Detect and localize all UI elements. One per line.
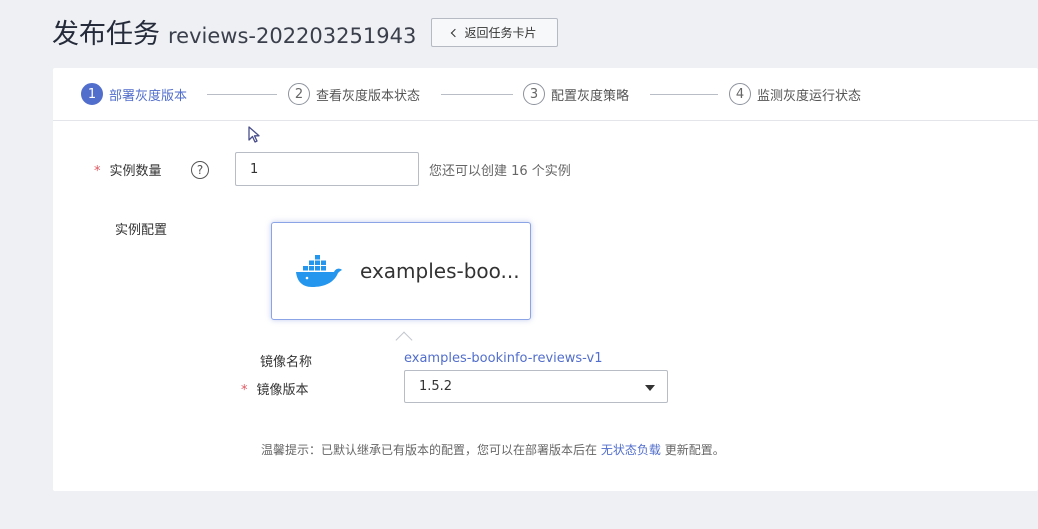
task-name: reviews-202203251943 xyxy=(168,24,417,48)
deploy-form-card: 1 部署灰度版本 2 查看灰度版本状态 3 配置灰度策略 4 监测灰度运行状态 … xyxy=(53,68,1038,491)
stateless-workload-link[interactable]: 无状态负载 xyxy=(601,443,661,457)
step-2-number: 2 xyxy=(288,83,310,105)
stepper: 1 部署灰度版本 2 查看灰度版本状态 3 配置灰度策略 4 监测灰度运行状态 xyxy=(53,68,1038,121)
back-button-label: 返回任务卡片 xyxy=(464,26,537,40)
step-1-label: 部署灰度版本 xyxy=(109,88,188,104)
required-mark: * xyxy=(241,383,248,398)
step-4[interactable]: 4 监测灰度运行状态 xyxy=(729,83,861,105)
step-2[interactable]: 2 查看灰度版本状态 xyxy=(288,83,420,105)
help-icon[interactable]: ? xyxy=(191,161,209,179)
image-version-select[interactable]: 1.5.2 xyxy=(404,370,668,403)
chevron-left-icon xyxy=(451,28,460,38)
image-version-value: 1.5.2 xyxy=(419,379,453,394)
page-title-text: 发布任务 xyxy=(52,19,160,50)
step-4-number: 4 xyxy=(729,83,751,105)
back-to-task-card-button[interactable]: 返回任务卡片 xyxy=(431,18,558,47)
dropdown-arrow-icon xyxy=(645,385,655,391)
inherit-config-tip: 温馨提示：已默认继承已有版本的配置，您可以在部署版本后在 无状态负载 更新配置。 xyxy=(261,441,725,458)
docker-whale-icon xyxy=(296,255,342,287)
page-title: 发布任务 reviews-202203251943 xyxy=(52,12,416,51)
instance-config-label: 实例配置 xyxy=(115,223,168,238)
step-connector xyxy=(441,94,513,95)
step-1-number: 1 xyxy=(81,83,103,105)
tip-suffix: 更新配置。 xyxy=(664,443,725,457)
tip-prefix: 温馨提示：已默认继承已有版本的配置，您可以在部署版本后在 xyxy=(261,443,598,457)
instance-count-value: 1 xyxy=(250,161,259,177)
required-mark: * xyxy=(94,164,101,179)
card-pointer-caret xyxy=(395,331,413,349)
mouse-cursor-icon xyxy=(248,126,260,143)
container-image-card[interactable]: examples-boo... xyxy=(271,222,531,320)
step-connector xyxy=(207,94,277,95)
help-glyph: ? xyxy=(196,163,204,177)
instance-quota-hint: 您还可以创建 16 个实例 xyxy=(429,164,571,179)
image-name-label: 镜像名称 xyxy=(260,355,313,370)
instance-count-label-text: 实例数量 xyxy=(109,164,162,179)
image-name-link[interactable]: examples-bookinfo-reviews-v1 xyxy=(404,351,603,366)
image-version-label-text: 镜像版本 xyxy=(256,383,309,398)
instance-count-input[interactable]: 1 xyxy=(235,152,419,186)
instance-count-label: * 实例数量 xyxy=(94,160,162,179)
step-connector xyxy=(650,94,718,95)
step-1[interactable]: 1 部署灰度版本 xyxy=(81,83,187,105)
step-3-number: 3 xyxy=(523,83,545,105)
step-3-label: 配置灰度策略 xyxy=(551,88,630,104)
step-4-label: 监测灰度运行状态 xyxy=(757,88,862,104)
image-version-label: * 镜像版本 xyxy=(241,379,309,398)
image-card-name: examples-boo... xyxy=(360,259,520,283)
step-3[interactable]: 3 配置灰度策略 xyxy=(523,83,629,105)
step-2-label: 查看灰度版本状态 xyxy=(316,88,421,104)
